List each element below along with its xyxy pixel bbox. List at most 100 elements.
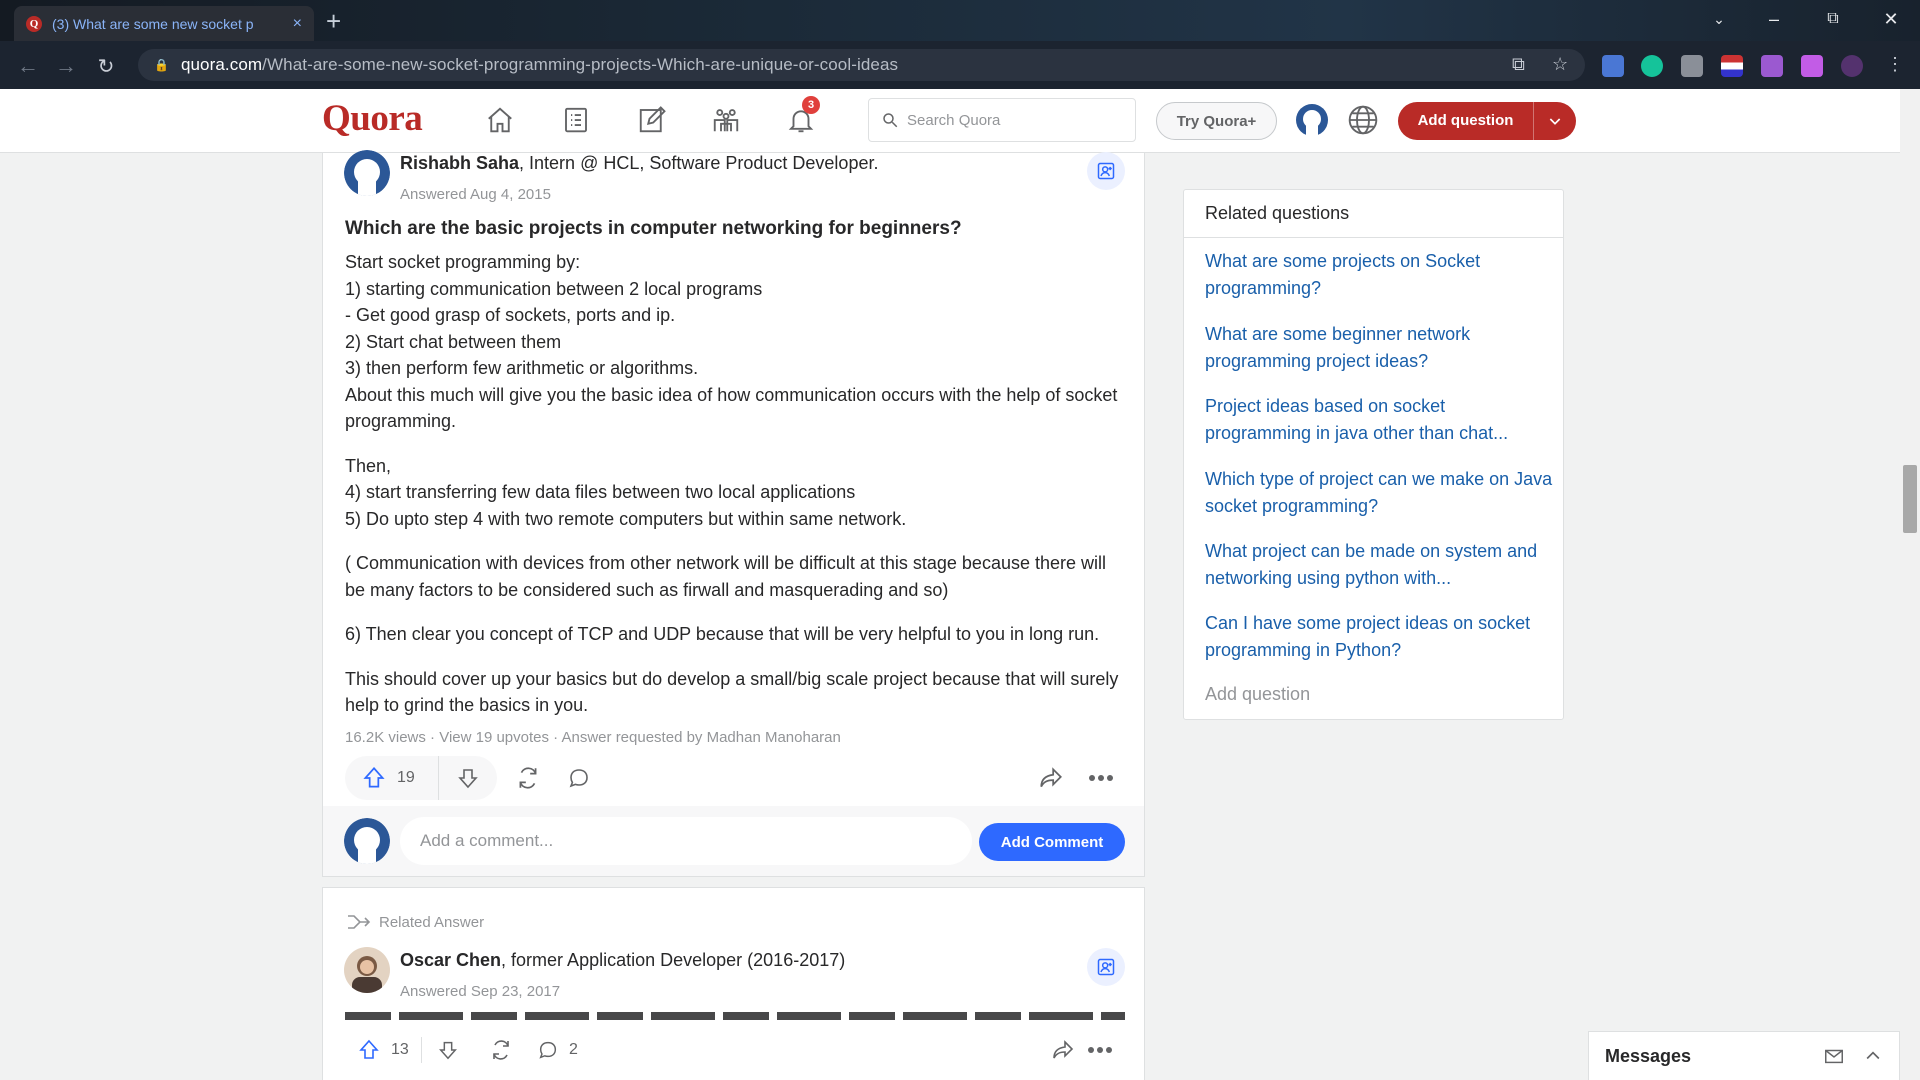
grammarly-extension-icon[interactable] (1641, 55, 1663, 77)
browser-tab[interactable]: Q (3) What are some new socket p × (14, 6, 314, 41)
url-text: quora.com/What-are-some-new-socket-progr… (180, 55, 899, 74)
answer-paragraph: 6) Then clear you concept of TCP and UDP… (345, 624, 1100, 644)
chevron-up-icon[interactable] (1863, 1046, 1883, 1066)
share-icon[interactable]: ⧉ (1512, 54, 1525, 75)
downvote-arrow-icon (439, 1041, 457, 1060)
related-author-line: Oscar Chen, former Application Developer… (400, 950, 845, 971)
answered-date[interactable]: Answered Aug 4, 2015 (400, 186, 551, 203)
sidebar-icon[interactable] (1801, 55, 1823, 77)
messages-title[interactable]: Messages (1605, 1046, 1823, 1067)
author-avatar[interactable] (344, 150, 390, 196)
related-answer-actions: 13 2 (345, 1031, 1125, 1069)
related-question-link[interactable]: What project can be made on system and n… (1205, 538, 1555, 591)
answer-pencil-icon[interactable] (634, 102, 670, 138)
related-add-question-link[interactable]: Add question (1205, 684, 1310, 705)
add-comment-button[interactable]: Add Comment (979, 823, 1125, 861)
page-scrollbar[interactable] (1900, 89, 1920, 1080)
search-icon (883, 113, 898, 128)
puzzle-extensions-icon[interactable] (1761, 55, 1783, 77)
new-message-icon[interactable] (1823, 1045, 1845, 1067)
author-credential: , Intern @ HCL, Software Product Develop… (519, 153, 879, 173)
related-comment-count: 2 (569, 1041, 578, 1058)
tab-search-icon[interactable]: ⌄ (1696, 0, 1742, 38)
browser-menu-icon[interactable]: ⋮ (1886, 54, 1904, 75)
answer-paragraph: ( Communication with devices from other … (345, 553, 1107, 600)
scrollbar-thumb[interactable] (1903, 465, 1917, 533)
chevron-down-icon[interactable] (1534, 113, 1576, 129)
related-more-options-icon[interactable] (1087, 1031, 1113, 1069)
language-globe-icon[interactable] (1347, 104, 1379, 136)
answer-paragraph: Start socket programming by: 1) starting… (345, 252, 1118, 431)
author-name[interactable]: Rishabh Saha (400, 153, 519, 173)
answer-question-title[interactable]: Which are the basic projects in computer… (345, 218, 962, 240)
upvote-arrow-icon (363, 766, 385, 788)
try-quora-plus-button[interactable]: Try Quora+ (1156, 102, 1277, 140)
share-arrow-icon (1040, 767, 1062, 788)
bookmark-star-icon[interactable]: ☆ (1552, 54, 1568, 75)
spaces-icon[interactable] (708, 102, 744, 138)
forward-icon[interactable]: → (52, 52, 80, 80)
upvote-count: 19 (397, 769, 415, 786)
share-repost-button[interactable] (508, 756, 548, 800)
share-arrow-icon (1053, 1040, 1074, 1059)
restore-icon[interactable]: ⧉ (1810, 0, 1856, 38)
address-bar[interactable]: 🔒 quora.com/What-are-some-new-socket-pro… (138, 49, 1585, 81)
comment-input[interactable] (420, 831, 920, 851)
new-tab-button[interactable]: + (326, 8, 341, 34)
add-person-icon (1097, 958, 1115, 976)
minimize-icon[interactable]: – (1751, 0, 1797, 38)
add-question-button[interactable]: Add question (1398, 102, 1576, 140)
related-share-button[interactable] (1051, 1031, 1075, 1069)
comment-bubble-icon (539, 1041, 557, 1059)
upvote-button[interactable]: 19 (345, 756, 439, 800)
flag-extension-icon[interactable] (1721, 55, 1743, 77)
window-close-icon[interactable]: ✕ (1868, 0, 1914, 38)
comment-button[interactable] (559, 756, 599, 800)
search-box[interactable] (868, 98, 1136, 142)
comment-box[interactable] (400, 817, 972, 865)
answer-body: Start socket programming by: 1) starting… (345, 249, 1125, 737)
quora-favicon-icon: Q (26, 15, 42, 32)
related-arrow-icon (348, 915, 371, 929)
related-question-link[interactable]: What are some beginner network programmi… (1205, 321, 1555, 374)
back-icon[interactable]: ← (14, 52, 42, 80)
related-author-avatar[interactable] (344, 947, 390, 993)
related-repost-button[interactable] (489, 1031, 513, 1069)
follow-author-button[interactable] (1087, 152, 1125, 190)
add-question-label: Add question (1398, 102, 1534, 140)
commenter-avatar (344, 818, 390, 864)
home-icon[interactable] (482, 102, 518, 138)
truncated-question-text (345, 1012, 1125, 1020)
profile-avatar-icon[interactable] (1841, 55, 1863, 77)
related-question-link[interactable]: Project ideas based on socket programmin… (1205, 393, 1555, 446)
share-button[interactable] (1031, 756, 1071, 800)
related-answered-date[interactable]: Answered Sep 23, 2017 (400, 983, 560, 1000)
upvote-arrow-icon (359, 1039, 379, 1059)
more-options-icon[interactable] (1081, 756, 1121, 800)
related-comment-button[interactable]: 2 (537, 1031, 578, 1069)
related-question-link[interactable]: Which type of project can we make on Jav… (1205, 466, 1555, 519)
vote-group: 19 (345, 756, 497, 800)
related-question-link[interactable]: What are some projects on Socket program… (1205, 248, 1555, 301)
messages-dock[interactable]: Messages (1588, 1031, 1900, 1080)
downvote-arrow-icon (458, 769, 478, 789)
following-icon[interactable] (558, 102, 594, 138)
related-upvote-button[interactable]: 13 (357, 1031, 409, 1069)
follow-related-author-button[interactable] (1087, 948, 1125, 986)
reload-icon[interactable]: ↻ (92, 52, 120, 80)
notification-count-badge: 3 (802, 96, 820, 114)
downvote-button[interactable] (439, 766, 497, 790)
tab-close-icon[interactable]: × (293, 15, 302, 33)
answer-meta[interactable]: 16.2K views · View 19 upvotes · Answer r… (345, 729, 841, 746)
quora-logo[interactable]: Quora (322, 97, 423, 140)
comment-bubble-icon (569, 769, 588, 788)
answer-paragraph: Then, 4) start transferring few data fil… (345, 455, 907, 529)
extension-icon[interactable] (1681, 55, 1703, 77)
search-input[interactable] (907, 111, 1127, 129)
related-author-name[interactable]: Oscar Chen (400, 950, 501, 970)
tab-title: (3) What are some new socket p (52, 15, 254, 32)
translate-extension-icon[interactable] (1602, 55, 1624, 77)
related-question-link[interactable]: Can I have some project ideas on socket … (1205, 610, 1555, 663)
related-downvote-button[interactable] (437, 1031, 459, 1069)
user-avatar[interactable] (1296, 104, 1328, 136)
